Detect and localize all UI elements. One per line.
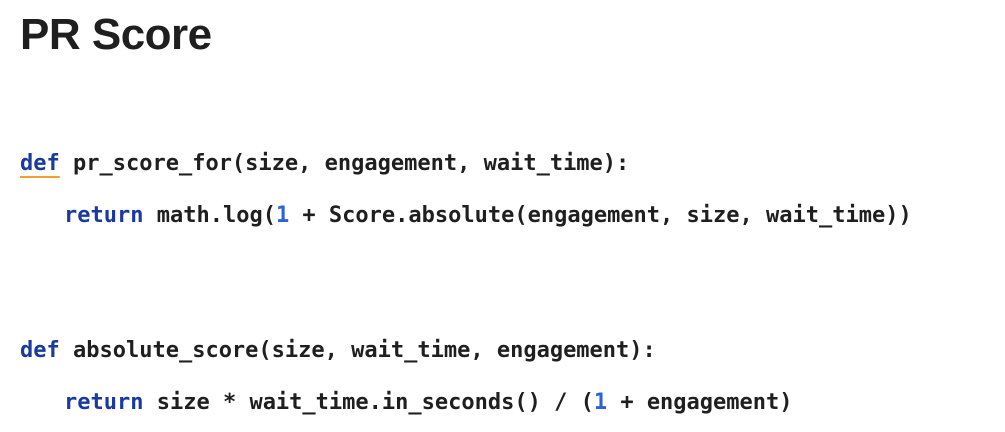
function-signature: absolute_score(size, wait_time, engageme…	[59, 338, 656, 363]
return-expression-end: + Score.absolute(engagement, size, wait_…	[289, 203, 912, 228]
return-expression-start: size * wait_time.in_seconds() / (	[143, 390, 594, 415]
return-keyword: return	[64, 203, 144, 228]
number-literal: 1	[275, 203, 290, 228]
code-line-return-pr-score: return math.log(1 + Score.absolute(engag…	[64, 202, 912, 230]
code-line-return-absolute-score: return size * wait_time.in_seconds() / (…	[64, 389, 793, 417]
page-title: PR Score	[20, 10, 212, 59]
def-keyword: def	[20, 151, 60, 176]
return-keyword: return	[64, 390, 144, 415]
code-line-def-absolute-score: def absolute_score(size, wait_time, enga…	[20, 337, 656, 365]
return-expression-start: math.log(	[143, 203, 276, 228]
function-signature: pr_score_for(size, engagement, wait_time…	[59, 151, 630, 176]
def-keyword: def	[20, 338, 60, 363]
return-expression-end: + engagement)	[607, 390, 793, 415]
number-literal: 1	[593, 390, 608, 415]
code-line-def-pr-score-for: def pr_score_for(size, engagement, wait_…	[20, 150, 629, 178]
